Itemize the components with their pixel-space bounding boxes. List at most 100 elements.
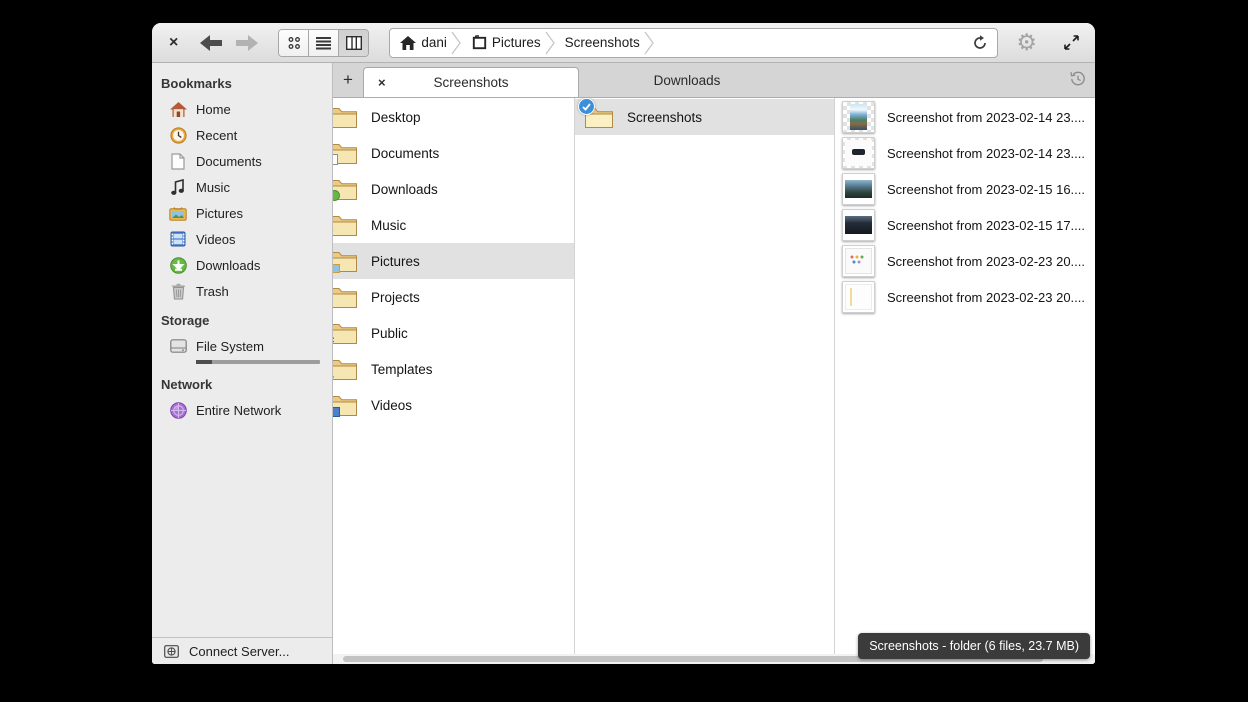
document-icon (168, 152, 188, 170)
sidebar-item-home[interactable]: Home (152, 96, 332, 122)
folder-emblem-document-icon (333, 154, 338, 165)
expand-icon (1063, 34, 1080, 51)
breadcrumb: dani Pictures Screenshots (389, 28, 998, 58)
folder-row-downloads[interactable]: Downloads (333, 171, 574, 207)
folder-row-music[interactable]: ♪Music (333, 207, 574, 243)
files-column: Screenshot from 2023-02-14 23....Screens… (835, 98, 1095, 664)
sidebar-item-pictures[interactable]: Pictures (152, 200, 332, 226)
sidebar-item-entire-network[interactable]: Entire Network (152, 397, 332, 423)
sidebar-section-bookmarks: Bookmarks (152, 67, 332, 96)
list-view-button[interactable] (309, 30, 339, 56)
tab-screenshots[interactable]: × Screenshots (363, 67, 579, 97)
folder-row-videos[interactable]: Videos (333, 387, 574, 423)
tab-label: Downloads (654, 73, 721, 88)
folder-icon (333, 105, 358, 129)
settings-button[interactable]: ⚙ (1016, 31, 1037, 54)
forward-button[interactable] (235, 35, 258, 51)
sidebar-item-label: Music (196, 180, 230, 195)
file-thumbnail (842, 101, 875, 133)
refresh-button[interactable] (963, 29, 997, 57)
breadcrumb-segment-dani[interactable]: dani (390, 29, 451, 57)
folder-row-screenshots[interactable]: Screenshots (575, 99, 834, 135)
folder-emblem-share-icon: < (333, 336, 334, 345)
folder-row-projects[interactable]: Projects (333, 279, 574, 315)
recent-icon (168, 126, 188, 144)
connect-server-button[interactable]: Connect Server... (152, 637, 332, 664)
folder-emblem-picture-icon (333, 264, 340, 273)
connect-server-label: Connect Server... (189, 644, 289, 659)
grid-view-icon (287, 36, 301, 50)
file-row[interactable]: Screenshot from 2023-02-14 23.... (835, 135, 1095, 171)
folder-icon (584, 105, 614, 129)
file-name: Screenshot from 2023-02-14 23.... (887, 110, 1085, 125)
folder-row-desktop[interactable]: Desktop (333, 99, 574, 135)
folder-row-documents[interactable]: Documents (333, 135, 574, 171)
history-button[interactable] (1069, 70, 1087, 93)
folder-emblem-music-icon: ♪ (333, 227, 334, 237)
back-arrow-icon (200, 35, 223, 51)
breadcrumb-label: Pictures (492, 35, 541, 50)
image-icon (471, 35, 487, 50)
folder-icon (333, 393, 358, 417)
file-thumbnail (842, 281, 875, 313)
folder-row-pictures[interactable]: Pictures (333, 243, 574, 279)
file-thumbnail (842, 245, 875, 277)
file-row[interactable]: Screenshot from 2023-02-15 17.... (835, 207, 1095, 243)
folder-name: Downloads (371, 182, 438, 197)
pictures-column: Screenshots (575, 98, 835, 664)
home-icon (400, 36, 416, 50)
breadcrumb-label: Screenshots (565, 35, 640, 50)
view-toggle-group (278, 29, 369, 57)
desktop-background: × (0, 0, 1248, 702)
music-icon (168, 178, 188, 196)
folder-row-templates[interactable]: Templates (333, 351, 574, 387)
sidebar-item-label: Videos (196, 232, 236, 247)
window-close-button[interactable]: × (169, 35, 178, 51)
disk-usage-bar (196, 360, 320, 364)
sidebar-item-label: Documents (196, 154, 262, 169)
file-thumbnail (842, 137, 875, 169)
file-row[interactable]: Screenshot from 2023-02-23 20.... (835, 279, 1095, 315)
sidebar-item-file-system[interactable]: File System (152, 333, 332, 359)
folder-name: Desktop (371, 110, 421, 125)
folder-row-public[interactable]: <Public (333, 315, 574, 351)
breadcrumb-segment-pictures[interactable]: Pictures (461, 29, 545, 57)
icon-view-button[interactable] (279, 30, 309, 56)
sidebar-item-label: Home (196, 102, 231, 117)
miller-columns: Desktop Documents Downloads ♪Music Pictures P… (333, 98, 1095, 664)
new-tab-button[interactable]: + (333, 63, 363, 96)
folder-emblem-video-icon (333, 407, 340, 417)
folder-name: Videos (371, 398, 412, 413)
sidebar-item-recent[interactable]: Recent (152, 122, 332, 148)
folder-icon (333, 141, 358, 165)
network-icon (168, 401, 188, 419)
server-icon (164, 645, 182, 658)
sidebar: Bookmarks Home Recent Documents Music Picture… (152, 63, 333, 664)
file-row[interactable]: Screenshot from 2023-02-23 20.... (835, 243, 1095, 279)
sidebar-item-videos[interactable]: Videos (152, 226, 332, 252)
column-view-button[interactable] (339, 30, 368, 56)
sidebar-item-trash[interactable]: Trash (152, 278, 332, 304)
picture-icon (168, 204, 188, 222)
file-thumbnail (842, 209, 875, 241)
file-name: Screenshot from 2023-02-23 20.... (887, 254, 1085, 269)
folder-icon (333, 357, 358, 381)
breadcrumb-chevron-icon (644, 29, 654, 57)
fullscreen-button[interactable] (1063, 34, 1080, 51)
file-thumbnail (842, 173, 875, 205)
file-row[interactable]: Screenshot from 2023-02-14 23.... (835, 99, 1095, 135)
file-row[interactable]: Screenshot from 2023-02-15 16.... (835, 171, 1095, 207)
sidebar-item-downloads[interactable]: Downloads (152, 252, 332, 278)
breadcrumb-segment-screenshots[interactable]: Screenshots (555, 29, 644, 57)
sidebar-item-music[interactable]: Music (152, 174, 332, 200)
refresh-icon (972, 35, 988, 51)
tab-downloads[interactable]: Downloads (579, 64, 795, 97)
back-button[interactable] (200, 35, 223, 51)
sidebar-item-documents[interactable]: Documents (152, 148, 332, 174)
folder-name: Pictures (371, 254, 420, 269)
sidebar-section-network: Network (152, 368, 332, 397)
tab-close-icon[interactable]: × (378, 75, 386, 90)
file-name: Screenshot from 2023-02-23 20.... (887, 290, 1085, 305)
drive-icon (168, 337, 188, 355)
selected-check-icon (578, 98, 595, 115)
